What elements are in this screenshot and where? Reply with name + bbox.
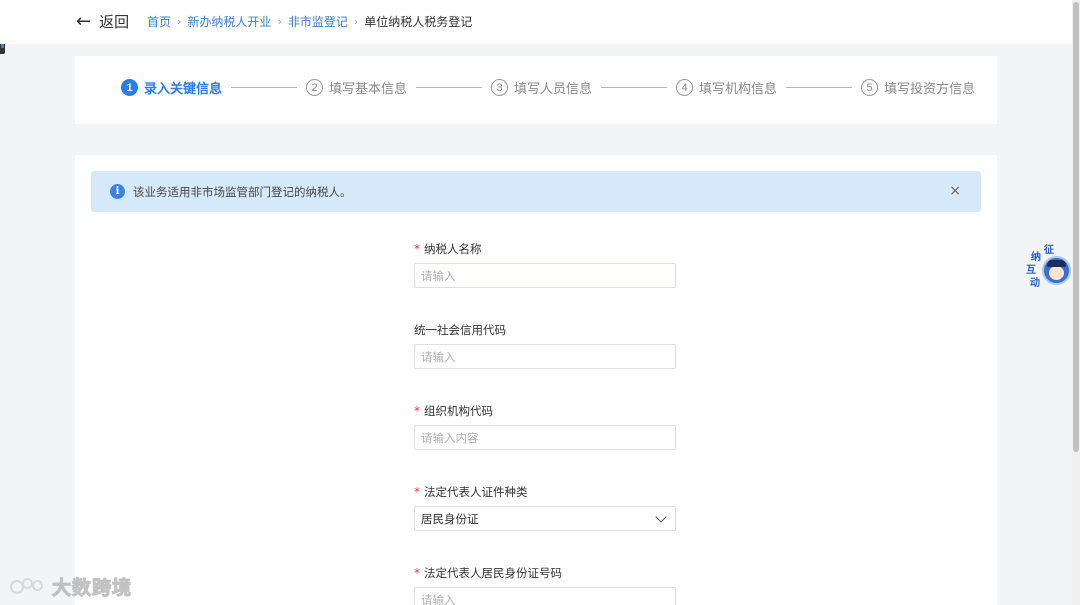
watermark: 大数跨境 — [8, 573, 132, 600]
step-1: 1 录入关键信息 — [121, 78, 222, 97]
breadcrumb-home[interactable]: 首页 — [147, 13, 171, 30]
step-label: 填写基本信息 — [329, 82, 408, 97]
step-connector — [601, 87, 668, 88]
legal-id-number-field: * 法定代表人居民身份证号码 — [414, 565, 676, 605]
required-mark: * — [414, 404, 420, 418]
legal-id-type-select[interactable]: 居民身份证 — [414, 506, 676, 531]
step-4: 4 填写机构信息 — [676, 78, 777, 97]
step-label: 填写投资方信息 — [884, 82, 976, 97]
org-code-field: * 组织机构代码 — [414, 403, 676, 450]
field-label: 法定代表人证件种类 — [424, 485, 528, 499]
step-label: 填写人员信息 — [514, 82, 593, 97]
field-label: 纳税人名称 — [424, 242, 482, 256]
assistant-avatar-icon — [1042, 256, 1071, 285]
step-number-icon: 5 — [861, 79, 879, 96]
step-connector — [786, 87, 853, 88]
org-code-input[interactable] — [414, 425, 676, 450]
notice-text: 该业务适用非市场监管部门登记的纳税人。 — [133, 184, 352, 199]
assistant-widget[interactable]: 征 纳 互 动 — [1026, 244, 1074, 296]
back-button[interactable]: ← 返回 — [76, 11, 129, 32]
field-label: 统一社会信用代码 — [414, 323, 506, 337]
credit-code-input[interactable] — [414, 344, 676, 369]
step-2: 2 填写基本信息 — [306, 78, 407, 97]
assistant-char: 动 — [1030, 278, 1040, 289]
step-number-icon: 3 — [491, 79, 509, 96]
step-number-icon: 4 — [676, 79, 694, 96]
step-label: 录入关键信息 — [144, 82, 223, 97]
info-notice: i 该业务适用非市场监管部门登记的纳税人。 × — [91, 171, 981, 212]
select-value: 居民身份证 — [421, 511, 479, 526]
required-mark: * — [414, 566, 420, 580]
top-navigation-bar: ← 返回 首页 › 新办纳税人开业 › 非市监登记 › 单位纳税人税务登记 — [0, 0, 1072, 44]
breadcrumb: 首页 › 新办纳税人开业 › 非市监登记 › 单位纳税人税务登记 — [147, 13, 472, 30]
chevron-down-icon — [655, 510, 667, 523]
info-icon: i — [110, 184, 125, 199]
breadcrumb-current: 单位纳税人税务登记 — [364, 15, 473, 29]
credit-code-field: 统一社会信用代码 — [414, 322, 676, 369]
back-label: 返回 — [99, 13, 130, 31]
required-mark: * — [414, 242, 420, 256]
chevron-right-icon: › — [277, 15, 282, 28]
breadcrumb-non-market-registration[interactable]: 非市监登记 — [288, 13, 348, 30]
step-connector — [416, 87, 483, 88]
steps-card: 1 录入关键信息 2 填写基本信息 3 填写人员信息 4 填写机构信息 5 填写… — [75, 56, 997, 124]
arrow-left-icon: ← — [76, 10, 92, 32]
field-label: 法定代表人居民身份证号码 — [424, 566, 562, 580]
required-mark: * — [414, 485, 420, 499]
scrollbar[interactable] — [1072, 0, 1080, 605]
step-connector — [231, 87, 298, 88]
step-3: 3 填写人员信息 — [491, 78, 592, 97]
taxpayer-name-field: * 纳税人名称 — [414, 241, 676, 288]
step-number-icon: 1 — [121, 79, 138, 96]
step-number-icon: 2 — [306, 79, 324, 96]
close-icon[interactable]: × — [949, 183, 961, 199]
watermark-logo-icon — [8, 576, 48, 598]
assistant-char: 征 — [1044, 245, 1054, 256]
field-label: 组织机构代码 — [424, 404, 493, 418]
form-card: i 该业务适用非市场监管部门登记的纳税人。 × *纳税人名称 统一社会信用代码 … — [75, 155, 997, 605]
assistant-char: 纳 — [1031, 252, 1041, 263]
step-5: 5 填写投资方信息 — [861, 78, 975, 97]
legal-id-number-input[interactable] — [414, 587, 676, 605]
progress-steps: 1 录入关键信息 2 填写基本信息 3 填写人员信息 4 填写机构信息 5 填写… — [121, 78, 975, 97]
chevron-right-icon: › — [177, 15, 182, 28]
step-label: 填写机构信息 — [699, 82, 778, 97]
breadcrumb-new-taxpayer[interactable]: 新办纳税人开业 — [187, 13, 271, 30]
taxpayer-name-input[interactable] — [414, 263, 676, 288]
scrollbar-thumb[interactable] — [1073, 2, 1079, 452]
watermark-text: 大数跨境 — [51, 577, 133, 600]
legal-id-type-field: * 法定代表人证件种类 居民身份证 — [414, 484, 676, 531]
chevron-right-icon: › — [353, 15, 359, 28]
assistant-char: 互 — [1026, 265, 1036, 276]
